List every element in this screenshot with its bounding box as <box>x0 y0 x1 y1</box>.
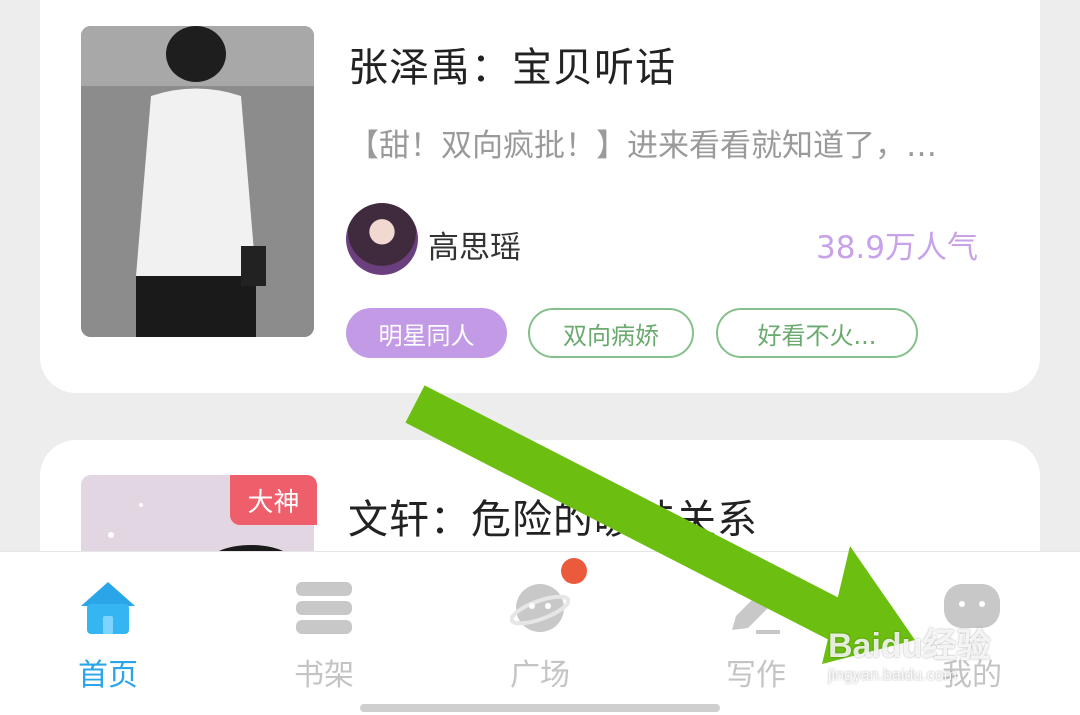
tag-chip[interactable]: 明星同人 <box>346 308 507 358</box>
master-author-badge: 大神 <box>230 475 317 525</box>
tab-label: 书架 <box>294 658 354 693</box>
novel-description: 【甜！双向疯批！】进来看看就知道了，… <box>348 128 937 164</box>
home-indicator-bar[interactable] <box>360 704 720 712</box>
watermark-sub: jingyan.baidu.com <box>828 667 957 684</box>
tab-bookshelf[interactable]: 书架 <box>216 552 432 715</box>
tab-label: 首页 <box>78 658 138 693</box>
novel-title[interactable]: 文轩：危险的暧昧关系 <box>348 487 758 545</box>
tab-plaza[interactable]: 广场 <box>432 552 648 715</box>
home-icon <box>81 582 135 634</box>
author-avatar[interactable] <box>346 203 418 275</box>
planet-icon <box>510 584 570 632</box>
bookshelf-icon <box>296 582 352 634</box>
tag-chip[interactable]: 双向病娇 <box>528 308 694 358</box>
pencil-icon <box>732 584 780 634</box>
novel-card[interactable]: 张泽禹：宝贝听话 【甜！双向疯批！】进来看看就知道了，… 高思瑶 38.9万人气… <box>40 0 1040 393</box>
watermark-main: Baidu经验 <box>828 627 991 665</box>
popularity-count: 38.9万人气 <box>815 230 978 266</box>
author-name[interactable]: 高思瑶 <box>428 222 521 267</box>
baidu-watermark: Baidu经验 jingyan.baidu.com <box>828 618 1028 688</box>
tab-label: 广场 <box>510 658 570 693</box>
novel-title[interactable]: 张泽禹：宝贝听话 <box>348 35 676 93</box>
book-cover-image[interactable] <box>81 26 314 337</box>
tab-home[interactable]: 首页 <box>0 552 216 715</box>
notification-dot <box>561 558 587 584</box>
tag-chip[interactable]: 好看不火... <box>716 308 918 358</box>
